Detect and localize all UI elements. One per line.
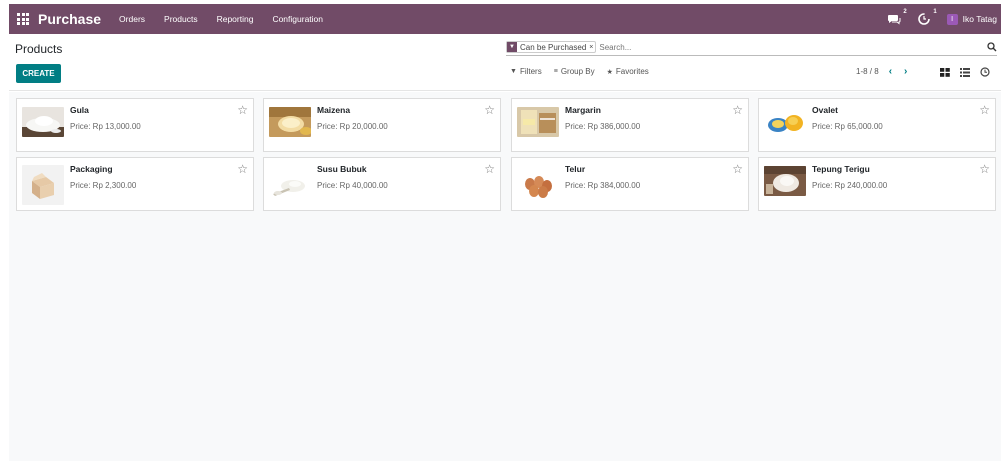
product-card-packaging[interactable]: Packaging Price: Rp 2,300.00 ☆ — [16, 157, 254, 211]
filter-facet-icon: ▼ — [507, 42, 517, 52]
favorite-star-icon[interactable]: ☆ — [484, 103, 495, 117]
favorite-star-icon[interactable]: ☆ — [979, 162, 990, 176]
search-input[interactable] — [599, 42, 980, 52]
product-name: Maizena — [317, 105, 351, 115]
page-title[interactable]: Products — [15, 42, 62, 56]
product-price: Price: Rp 65,000.00 — [812, 122, 883, 131]
kanban-area: Gula Price: Rp 13,000.00 ☆ Maizena Price… — [9, 92, 1001, 461]
favorites-button[interactable]: ★ Favorites — [607, 67, 649, 76]
activities-clock-icon[interactable]: 1 — [917, 9, 937, 26]
messages-badge: 2 — [903, 9, 907, 15]
product-card-telur[interactable]: Telur Price: Rp 384,000.00 ☆ — [511, 157, 749, 211]
messages-icon[interactable]: 2 — [887, 9, 907, 26]
product-name: Ovalet — [812, 105, 838, 115]
menu-products[interactable]: Products — [164, 14, 198, 24]
facet-remove-icon[interactable]: × — [589, 44, 595, 51]
product-price: Price: Rp 13,000.00 — [70, 122, 141, 131]
product-card-margarin[interactable]: Margarin Price: Rp 386,000.00 ☆ — [511, 98, 749, 152]
create-button[interactable]: CREATE — [16, 64, 61, 83]
app-brand[interactable]: Purchase — [38, 11, 101, 27]
product-name: Packaging — [70, 164, 113, 174]
group-by-label: Group By — [560, 67, 595, 76]
product-price: Price: Rp 384,000.00 — [565, 181, 641, 190]
cornstarch-image — [269, 107, 311, 137]
user-name[interactable]: Iko Tatag — [963, 14, 997, 24]
star-favorites-icon: ★ — [606, 68, 613, 76]
favorite-star-icon[interactable]: ☆ — [484, 162, 495, 176]
favorites-label: Favorites — [615, 67, 649, 76]
search-facet: ▼ Can be Purchased × — [506, 41, 597, 53]
eggs-image — [517, 172, 559, 202]
menu-reporting[interactable]: Reporting — [217, 14, 254, 24]
product-price: Price: Rp 386,000.00 — [565, 122, 641, 131]
pager: 1-8 / 8 ‹ › — [856, 66, 919, 77]
pager-value[interactable]: 1-8 / 8 — [856, 67, 879, 76]
kanban-view-icon[interactable] — [935, 65, 955, 79]
flour-image — [764, 166, 806, 196]
favorite-star-icon[interactable]: ☆ — [237, 103, 248, 117]
pager-next-icon[interactable]: › — [904, 66, 907, 77]
apps-menu-icon[interactable] — [17, 13, 29, 25]
product-name: Telur — [565, 164, 586, 174]
sugar-image — [22, 107, 64, 137]
product-card-maizena[interactable]: Maizena Price: Rp 20,000.00 ☆ — [263, 98, 501, 152]
list-view-icon[interactable] — [955, 65, 975, 79]
filters-label: Filters — [519, 67, 542, 76]
top-navbar: Purchase Orders Products Reporting Confi… — [9, 4, 1001, 34]
favorite-star-icon[interactable]: ☆ — [979, 103, 990, 117]
user-avatar[interactable]: I — [946, 13, 958, 25]
activity-view-icon[interactable] — [975, 65, 995, 79]
favorite-star-icon[interactable]: ☆ — [732, 162, 743, 176]
control-panel: Products CREATE ▼ Can be Purchased × ▼ F… — [9, 34, 1001, 91]
packaging-image — [22, 165, 64, 205]
ovalet-image — [764, 107, 806, 137]
product-card-susu-bubuk[interactable]: Susu Bubuk Price: Rp 40,000.00 ☆ — [263, 157, 501, 211]
favorite-star-icon[interactable]: ☆ — [237, 162, 248, 176]
pager-previous-icon[interactable]: ‹ — [889, 66, 892, 77]
product-card-ovalet[interactable]: Ovalet Price: Rp 65,000.00 ☆ — [758, 98, 996, 152]
facet-value: Can be Purchased — [520, 42, 587, 52]
favorite-star-icon[interactable]: ☆ — [732, 103, 743, 117]
product-name: Margarin — [565, 105, 601, 115]
group-by-button[interactable]: ≡ Group By — [554, 67, 595, 76]
systray: 2 1 I Iko Tatag — [887, 4, 1001, 34]
search-icon[interactable] — [987, 42, 997, 52]
product-name: Gula — [70, 105, 89, 115]
group-by-icon: ≡ — [553, 68, 558, 75]
product-card-tepung-terigu[interactable]: Tepung Terigu Price: Rp 240,000.00 ☆ — [758, 157, 996, 211]
product-name: Susu Bubuk — [317, 164, 367, 174]
margarine-image — [517, 107, 559, 137]
milk-powder-image — [269, 172, 311, 202]
product-price: Price: Rp 40,000.00 — [317, 181, 388, 190]
product-price: Price: Rp 20,000.00 — [317, 122, 388, 131]
menu-orders[interactable]: Orders — [119, 14, 145, 24]
product-name: Tepung Terigu — [812, 164, 870, 174]
product-price: Price: Rp 2,300.00 — [70, 181, 137, 190]
filter-icon: ▼ — [510, 68, 517, 75]
search-options: ▼ Filters ≡ Group By ★ Favorites — [510, 67, 661, 76]
view-switcher — [935, 65, 995, 79]
menu-configuration[interactable]: Configuration — [272, 14, 323, 24]
filters-button[interactable]: ▼ Filters — [510, 67, 542, 76]
activities-badge: 1 — [933, 9, 937, 15]
search-bar: ▼ Can be Purchased × — [506, 39, 997, 56]
product-price: Price: Rp 240,000.00 — [812, 181, 888, 190]
product-card-gula[interactable]: Gula Price: Rp 13,000.00 ☆ — [16, 98, 254, 152]
